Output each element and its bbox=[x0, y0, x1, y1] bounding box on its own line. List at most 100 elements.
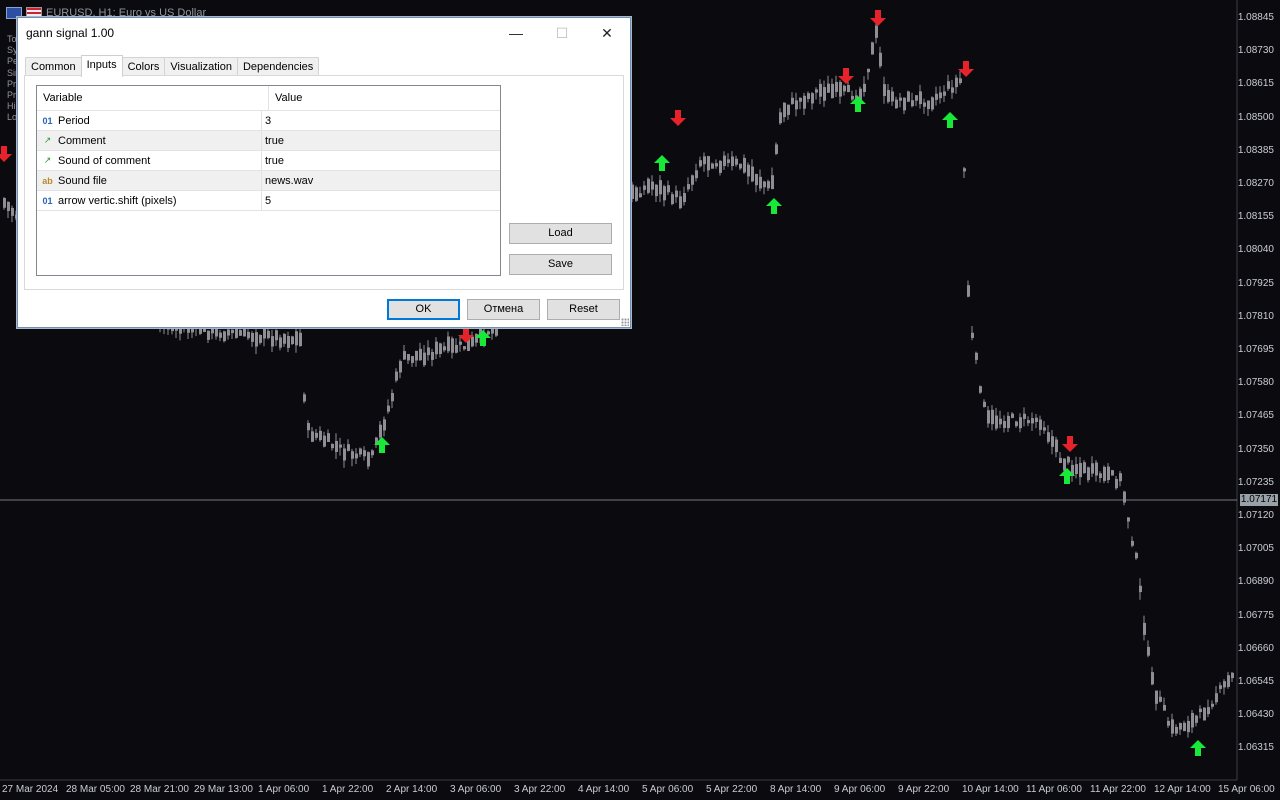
candle-body bbox=[899, 97, 902, 101]
candle-body bbox=[1051, 436, 1054, 447]
candle-body bbox=[1087, 467, 1090, 481]
column-header-variable[interactable]: Variable bbox=[37, 86, 269, 110]
cancel-button[interactable]: Отмена bbox=[467, 299, 540, 320]
time-tick-label: 1 Apr 22:00 bbox=[322, 784, 374, 795]
candle-body bbox=[771, 175, 774, 190]
candle-body bbox=[271, 336, 274, 347]
ok-button[interactable]: OK bbox=[387, 299, 460, 320]
candle-body bbox=[1003, 421, 1006, 428]
current-price-label: 1.07171 bbox=[1240, 494, 1278, 506]
candle-body bbox=[423, 352, 426, 366]
candle-body bbox=[1231, 672, 1234, 679]
candle-body bbox=[367, 452, 370, 467]
candle-body bbox=[395, 371, 398, 381]
candle-body bbox=[851, 95, 854, 100]
sell-signal-arrow-icon bbox=[670, 110, 686, 126]
candle-body bbox=[403, 351, 406, 360]
candle-body bbox=[471, 336, 474, 347]
candle-body bbox=[655, 184, 658, 197]
tab-visualization[interactable]: Visualization bbox=[164, 57, 238, 76]
candle-body bbox=[419, 348, 422, 361]
load-button[interactable]: Load bbox=[509, 223, 612, 244]
candle-body bbox=[359, 448, 362, 455]
candle-body bbox=[407, 354, 410, 361]
reset-button[interactable]: Reset bbox=[547, 299, 620, 320]
candle-body bbox=[799, 97, 802, 102]
time-tick-label: 28 Mar 21:00 bbox=[130, 784, 189, 795]
candle-body bbox=[659, 180, 662, 195]
grid-cell-variable: 01 arrow vertic.shift (pixels) bbox=[37, 191, 262, 210]
price-axis[interactable]: 1.08845 1.08730 1.08615 1.08500 1.08385 1.082… bbox=[1238, 0, 1280, 780]
candle-body bbox=[827, 83, 830, 93]
candle-body bbox=[1187, 720, 1190, 733]
candle-body bbox=[835, 81, 838, 92]
candle-body bbox=[939, 92, 942, 99]
candle-body bbox=[667, 185, 670, 193]
dialog-titlebar[interactable]: gann signal 1.00 — ☐ ✕ bbox=[18, 18, 630, 48]
candle-body bbox=[1151, 672, 1154, 685]
candle-body bbox=[351, 451, 354, 459]
candle-body bbox=[287, 336, 290, 348]
candle-body bbox=[1123, 491, 1126, 503]
grid-cell-value[interactable]: 5 bbox=[262, 195, 500, 207]
tab-dependencies[interactable]: Dependencies bbox=[236, 57, 320, 76]
grid-row-4[interactable]: 01 arrow vertic.shift (pixels) 5 bbox=[37, 191, 500, 211]
maximize-icon: ☐ bbox=[555, 24, 569, 41]
grid-row-1[interactable]: ↗ Comment true bbox=[37, 131, 500, 151]
candle-body bbox=[703, 156, 706, 165]
grid-cell-value[interactable]: true bbox=[262, 135, 500, 147]
buy-signal-arrow-icon bbox=[654, 155, 670, 171]
minimize-icon: — bbox=[509, 25, 523, 41]
price-tick-label: 1.08270 bbox=[1237, 178, 1274, 189]
candle-body bbox=[679, 196, 682, 209]
variable-name: Sound file bbox=[58, 174, 107, 187]
price-tick-label: 1.07810 bbox=[1237, 310, 1274, 322]
candle-body bbox=[427, 347, 430, 356]
candle-body bbox=[283, 333, 286, 344]
candle-body bbox=[1131, 540, 1134, 546]
grid-cell-value[interactable]: 3 bbox=[262, 115, 500, 127]
minimize-button[interactable]: — bbox=[493, 18, 539, 48]
candle-body bbox=[1199, 708, 1202, 713]
candle-body bbox=[371, 450, 374, 456]
tab-colors[interactable]: Colors bbox=[121, 57, 166, 76]
candle-body bbox=[891, 91, 894, 102]
time-axis[interactable]: 27 Mar 2024 28 Mar 05:00 28 Mar 21:00 29 Ma… bbox=[0, 780, 1275, 800]
grid-row-3[interactable]: ab Sound file news.wav bbox=[37, 171, 500, 191]
candle-body bbox=[991, 409, 994, 425]
inputs-grid[interactable]: Variable Value 01 Period 3 ↗ Comment true ↗ Sou… bbox=[36, 85, 501, 276]
candle-body bbox=[639, 193, 642, 198]
candle-body bbox=[1203, 707, 1206, 721]
candle-body bbox=[319, 430, 322, 441]
candle-body bbox=[331, 443, 334, 449]
time-tick-label: 3 Apr 22:00 bbox=[514, 784, 566, 795]
candle-body bbox=[1067, 456, 1070, 463]
candle-body bbox=[1171, 719, 1174, 734]
grid-header: Variable Value bbox=[37, 86, 500, 111]
candle-body bbox=[779, 112, 782, 124]
time-tick-label: 5 Apr 22:00 bbox=[706, 784, 758, 795]
close-button[interactable]: ✕ bbox=[584, 18, 630, 48]
maximize-button: ☐ bbox=[539, 18, 585, 48]
candle-body bbox=[347, 444, 350, 451]
resize-grip-icon[interactable] bbox=[621, 318, 629, 326]
grid-cell-value[interactable]: true bbox=[262, 155, 500, 167]
candle-body bbox=[755, 174, 758, 186]
column-header-value[interactable]: Value bbox=[269, 86, 500, 110]
candle-body bbox=[1111, 470, 1114, 476]
grid-cell-value[interactable]: news.wav bbox=[262, 175, 500, 187]
candle-body bbox=[291, 336, 294, 345]
grid-row-2[interactable]: ↗ Sound of comment true bbox=[37, 151, 500, 171]
candle-body bbox=[831, 83, 834, 99]
tab-inputs[interactable]: Inputs bbox=[80, 55, 123, 77]
dialog-title: gann signal 1.00 bbox=[26, 26, 115, 40]
candle-body bbox=[207, 330, 210, 340]
candle-body bbox=[415, 350, 418, 361]
save-button[interactable]: Save bbox=[509, 254, 612, 275]
candle-body bbox=[463, 346, 466, 350]
grid-row-0[interactable]: 01 Period 3 bbox=[37, 111, 500, 131]
candle-body bbox=[1223, 681, 1226, 688]
tab-common[interactable]: Common bbox=[25, 57, 82, 76]
candle-body bbox=[311, 431, 314, 442]
candle-body bbox=[7, 201, 10, 211]
